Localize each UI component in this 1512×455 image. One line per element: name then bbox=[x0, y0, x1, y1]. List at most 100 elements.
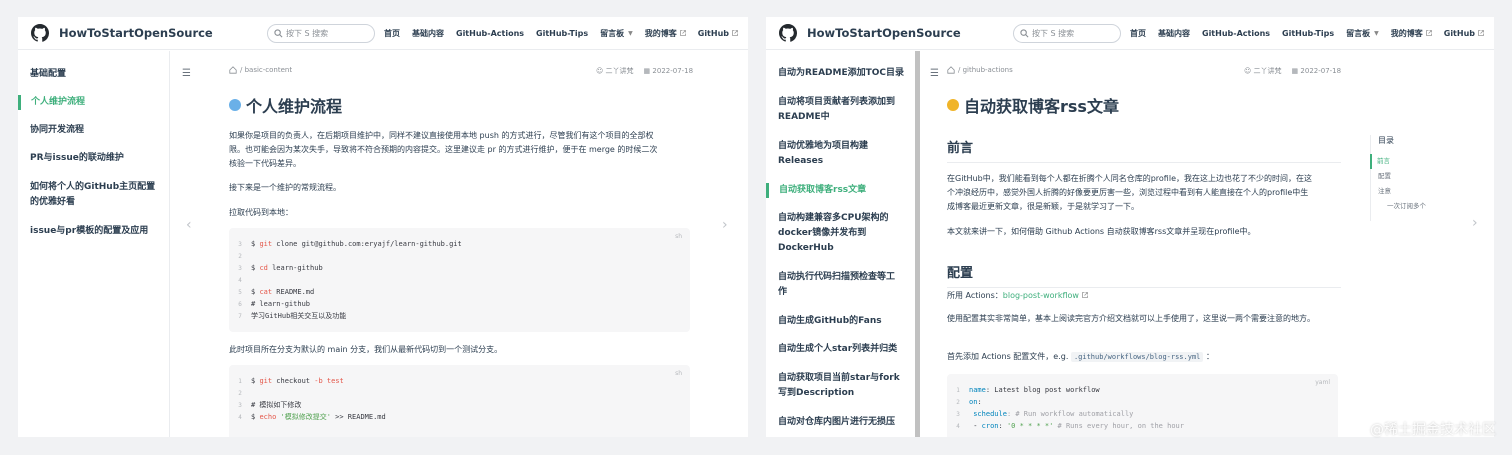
code-line: 2 bbox=[238, 253, 242, 260]
github-logo-icon[interactable] bbox=[31, 24, 49, 42]
sidebar: 基础配置 个人维护流程 协同开发流程 PR与issue的联动维护 如何将个人的G… bbox=[18, 51, 170, 437]
chevron-down-icon: ▼ bbox=[628, 29, 633, 37]
github-logo-icon[interactable] bbox=[779, 24, 797, 42]
search-placeholder: 按下 S 搜索 bbox=[1032, 28, 1075, 38]
left-screenshot-panel: HowToStartOpenSource 按下 S 搜索 首页 基础内容 Git… bbox=[18, 17, 748, 437]
external-link-icon bbox=[732, 30, 738, 36]
sidebar-item-releases-cont[interactable]: Releases bbox=[766, 154, 833, 169]
sidebar-item-docker-cont1[interactable]: docker镜像并发布到 bbox=[766, 226, 876, 241]
next-page-icon[interactable]: › bbox=[1472, 215, 1478, 231]
home-icon[interactable] bbox=[947, 66, 955, 74]
nav-guestbook[interactable]: 留言板 ▼ bbox=[600, 28, 633, 39]
sidebar-item-profile-config-cont[interactable]: 的优雅好看 bbox=[18, 195, 85, 210]
nav-basic[interactable]: 基础内容 bbox=[1158, 28, 1190, 39]
code-language: sh bbox=[675, 233, 682, 240]
sidebar-item-releases[interactable]: 自动优雅地为项目构建 bbox=[766, 139, 878, 154]
nav-github[interactable]: GitHub bbox=[698, 29, 738, 38]
blog-post-workflow-link[interactable]: blog-post-workflow bbox=[1003, 291, 1079, 300]
sidebar-item-pr-issue[interactable]: PR与issue的联动维护 bbox=[18, 151, 134, 166]
nav-menu: 首页 基础内容 GitHub-Actions GitHub-Tips 留言板 ▼ … bbox=[1130, 28, 1484, 39]
menu-icon[interactable]: ☰ bbox=[930, 68, 939, 79]
nav-menu: 首页 基础内容 GitHub-Actions GitHub-Tips 留言板 ▼ … bbox=[384, 28, 738, 39]
sidebar-item-docker-cont2[interactable]: DockerHub bbox=[766, 241, 844, 256]
article-meta: ☺ 二丫讲梵 ▦ 2022-07-18 bbox=[596, 66, 693, 76]
code-language: yaml bbox=[1315, 379, 1330, 386]
sidebar-item-docker[interactable]: 自动构建兼容多CPU架构的 bbox=[766, 211, 899, 226]
toc-item-config[interactable]: 配置 bbox=[1371, 169, 1426, 184]
toc-item-multi-subscribe[interactable]: 一次订阅多个 bbox=[1371, 199, 1426, 214]
prev-page-icon[interactable]: ‹ bbox=[186, 217, 192, 233]
code-line: 2 bbox=[238, 390, 242, 397]
sidebar-item-rss[interactable]: 自动获取博客rss文章 bbox=[766, 183, 876, 198]
watermark: @稀土掘金技术社区 bbox=[1370, 422, 1496, 438]
sidebar-item-star-fork-cont[interactable]: 写到Description bbox=[766, 386, 864, 401]
external-link-icon bbox=[1478, 30, 1484, 36]
sidebar-item-codescan-cont[interactable]: 作 bbox=[766, 285, 797, 300]
code-line: 7 学习GitHub相关交互以及功能 bbox=[238, 312, 347, 320]
search-input[interactable]: 按下 S 搜索 bbox=[1013, 23, 1121, 43]
sidebar-item-profile-config[interactable]: 如何将个人的GitHub主页配置 bbox=[18, 180, 165, 195]
sidebar-item-collab[interactable]: 协同开发流程 bbox=[18, 123, 94, 138]
sidebar-item-codescan[interactable]: 自动执行代码扫描预检查等工 bbox=[766, 270, 905, 285]
nav-actions[interactable]: GitHub-Actions bbox=[1202, 29, 1270, 38]
site-title[interactable]: HowToStartOpenSource bbox=[807, 26, 961, 40]
nav-github[interactable]: GitHub bbox=[1444, 29, 1484, 38]
sidebar-scrollbar[interactable] bbox=[915, 51, 920, 437]
code-line: 3 $ cd learn-github bbox=[238, 264, 323, 272]
calendar-icon: ▦ bbox=[643, 67, 651, 75]
search-icon bbox=[1020, 28, 1029, 37]
nav-basic[interactable]: 基础内容 bbox=[412, 28, 444, 39]
code-line: 6 # learn-github bbox=[238, 300, 311, 308]
date: ▦ 2022-07-18 bbox=[1291, 67, 1342, 75]
sidebar-item-contributors[interactable]: 自动将项目贡献者列表添加到 bbox=[766, 95, 905, 110]
inline-code-path: .github/workflows/blog-rss.yml bbox=[1070, 352, 1204, 362]
sidebar-item-contributors-cont[interactable]: README中 bbox=[766, 110, 840, 125]
site-title[interactable]: HowToStartOpenSource bbox=[59, 26, 213, 40]
toc-item-notes[interactable]: 注意 bbox=[1371, 184, 1426, 199]
nav-blog[interactable]: 我的博客 bbox=[1391, 28, 1432, 39]
calendar-icon: ▦ bbox=[1291, 67, 1299, 75]
paragraph-actions-used: 所用 Actions：blog-post-workflow bbox=[947, 289, 1088, 303]
toc-title: 目录 bbox=[1378, 136, 1394, 145]
sidebar-item-toc[interactable]: 自动为README添加TOC目录 bbox=[766, 66, 914, 81]
sidebar-item-personal-maintenance[interactable]: 个人维护流程 bbox=[18, 95, 95, 110]
code-line: 5 $ cat README.md bbox=[238, 288, 315, 296]
paragraph-branch: 此时项目所在分支为默认的 main 分支，我们从最新代码切到一个测试分支。 bbox=[229, 345, 503, 354]
code-line: 4 - cron: '0 * * * *' # Runs every hour,… bbox=[956, 422, 1184, 430]
emoji-icon bbox=[947, 99, 959, 111]
breadcrumb-path[interactable]: / github-actions bbox=[958, 66, 1013, 74]
sidebar-item-star-fork[interactable]: 自动获取项目当前star与fork bbox=[766, 371, 910, 386]
section-heading-config: 配置 bbox=[947, 262, 1341, 288]
emoji-icon bbox=[229, 99, 241, 111]
author: ☺ 二丫讲梵 bbox=[596, 67, 634, 75]
sidebar: 自动为README添加TOC目录 自动将项目贡献者列表添加到 README中 自… bbox=[766, 51, 918, 437]
menu-icon[interactable]: ☰ bbox=[182, 68, 191, 79]
nav-tips[interactable]: GitHub-Tips bbox=[536, 29, 588, 38]
sidebar-item-basic-config[interactable]: 基础配置 bbox=[18, 67, 76, 82]
external-link-icon bbox=[1425, 30, 1432, 36]
home-icon[interactable] bbox=[229, 66, 237, 74]
search-placeholder: 按下 S 搜索 bbox=[286, 28, 329, 38]
nav-tips[interactable]: GitHub-Tips bbox=[1282, 29, 1334, 38]
nav-actions[interactable]: GitHub-Actions bbox=[456, 29, 524, 38]
breadcrumb: / basic-content bbox=[229, 66, 292, 74]
nav-blog[interactable]: 我的博客 bbox=[645, 28, 686, 39]
sidebar-item-templates[interactable]: issue与pr模板的配置及应用 bbox=[18, 224, 158, 239]
code-block-clone: sh 3 $ git clone git@github.com:eryajf/le… bbox=[229, 228, 690, 332]
external-link-icon bbox=[679, 30, 686, 36]
page-title: 自动获取博客rss文章 bbox=[947, 93, 1119, 117]
search-input[interactable]: 按下 S 搜索 bbox=[267, 23, 375, 43]
sidebar-item-star-list[interactable]: 自动生成个人star列表并归类 bbox=[766, 342, 907, 357]
external-link-icon bbox=[1082, 292, 1088, 298]
nav-guestbook[interactable]: 留言板 ▼ bbox=[1346, 28, 1379, 39]
sidebar-item-fans[interactable]: 自动生成GitHub的Fans bbox=[766, 314, 892, 329]
paragraph-config-note: 使用配置其实非常简单，基本上阅读完官方介绍文档就可以上手使用了，这里说一两个需要… bbox=[947, 314, 1315, 323]
next-page-icon[interactable]: › bbox=[722, 217, 728, 233]
nav-home[interactable]: 首页 bbox=[384, 28, 400, 39]
navbar: HowToStartOpenSource 按下 S 搜索 首页 基础内容 Git… bbox=[18, 17, 748, 50]
sidebar-item-compress[interactable]: 自动对仓库内图片进行无损压 bbox=[766, 415, 905, 430]
author: ☺ 二丫讲梵 bbox=[1244, 67, 1282, 75]
breadcrumb-path[interactable]: / basic-content bbox=[240, 66, 292, 74]
toc-item-intro[interactable]: 前言 bbox=[1370, 154, 1426, 169]
nav-home[interactable]: 首页 bbox=[1130, 28, 1146, 39]
